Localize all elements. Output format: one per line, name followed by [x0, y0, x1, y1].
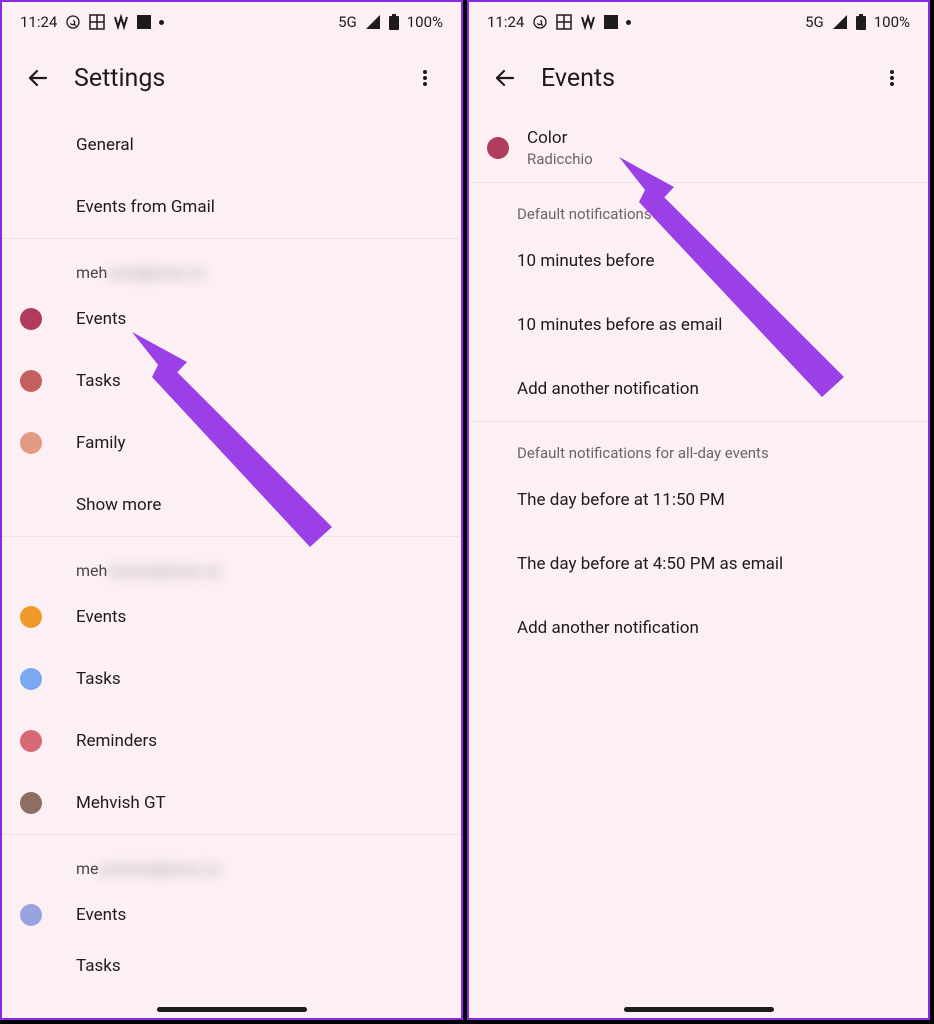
signal-icon — [832, 14, 848, 30]
row-label: Tasks — [76, 956, 121, 976]
page-title: Settings — [74, 64, 401, 93]
app-bar: Events — [469, 42, 928, 114]
row-label: Events — [76, 905, 126, 925]
back-button[interactable] — [481, 54, 529, 102]
account-email: mexxxxxxx@xxxx.xx — [2, 835, 461, 884]
back-button[interactable] — [14, 54, 62, 102]
show-more-button[interactable]: Show more — [2, 474, 461, 536]
section-header-default-notifications: Default notifications — [469, 183, 928, 229]
more-vert-icon — [415, 68, 435, 88]
arrow-left-icon — [26, 66, 50, 90]
network-label: 5G — [805, 13, 824, 31]
calendar-item-reminders[interactable]: Reminders — [2, 710, 461, 772]
account-email: mehxxxxxx@xxxx.xx — [2, 537, 461, 586]
square-icon — [137, 15, 151, 29]
color-swatch — [20, 370, 42, 392]
network-label: 5G — [338, 13, 357, 31]
whatsapp-icon — [532, 14, 548, 30]
row-label: Add another notification — [517, 379, 699, 399]
gesture-bar — [157, 1007, 307, 1012]
row-label: Family — [76, 433, 126, 453]
notification-item[interactable]: 10 minutes before — [469, 229, 928, 293]
square-icon — [604, 15, 618, 29]
wave-icon — [580, 14, 596, 30]
overflow-menu-button[interactable] — [401, 54, 449, 102]
color-swatch — [20, 904, 42, 926]
battery-icon — [389, 14, 399, 30]
row-label: The day before at 11:50 PM — [517, 490, 725, 510]
section-header-allday-notifications: Default notifications for all-day events — [469, 422, 928, 468]
gesture-bar — [624, 1007, 774, 1012]
add-notification-button[interactable]: Add another notification — [469, 357, 928, 421]
signal-icon — [365, 14, 381, 30]
calendar-item-events[interactable]: Events — [2, 586, 461, 648]
color-swatch — [20, 730, 42, 752]
row-label: Show more — [76, 495, 161, 515]
status-time: 11:24 — [20, 13, 57, 31]
color-label: Color — [527, 128, 593, 148]
add-notification-button[interactable]: Add another notification — [469, 596, 928, 660]
row-label: Add another notification — [517, 618, 699, 638]
notification-item[interactable]: The day before at 11:50 PM — [469, 468, 928, 532]
row-label: Reminders — [76, 731, 157, 751]
wave-icon — [113, 14, 129, 30]
color-swatch — [20, 792, 42, 814]
row-label: Events — [76, 607, 126, 627]
app-bar: Settings — [2, 42, 461, 114]
row-label: 10 minutes before as email — [517, 315, 722, 335]
row-label: Tasks — [76, 669, 121, 689]
calendar-item-tasks[interactable]: Tasks — [2, 648, 461, 710]
color-swatch — [20, 668, 42, 690]
overflow-menu-button[interactable] — [868, 54, 916, 102]
row-label: The day before at 4:50 PM as email — [517, 554, 783, 574]
more-dot-icon — [159, 20, 164, 25]
app-grid-icon — [556, 14, 572, 30]
settings-item-general[interactable]: General — [2, 114, 461, 176]
status-bar: 11:24 5G 100% — [469, 2, 928, 42]
status-time: 11:24 — [487, 13, 524, 31]
page-title: Events — [541, 64, 868, 93]
row-label: Tasks — [76, 371, 121, 391]
calendar-item-tasks[interactable]: Tasks — [2, 946, 461, 986]
row-label: 10 minutes before — [517, 251, 654, 271]
phone-left: 11:24 5G 100% — [0, 0, 463, 1020]
row-label: Events — [76, 309, 126, 329]
phone-right: 11:24 5G 100% Ev — [467, 0, 930, 1020]
account-email: mehxxxx@xxxx.xx — [2, 239, 461, 288]
color-setting[interactable]: Color Radicchio — [469, 114, 928, 182]
color-value: Radicchio — [527, 150, 593, 168]
color-swatch — [20, 606, 42, 628]
whatsapp-icon — [65, 14, 81, 30]
color-swatch — [20, 308, 42, 330]
more-dot-icon — [626, 20, 631, 25]
battery-icon — [856, 14, 866, 30]
status-bar: 11:24 5G 100% — [2, 2, 461, 42]
calendar-item-events[interactable]: Events — [2, 288, 461, 350]
row-label: Mehvish GT — [76, 793, 166, 813]
battery-percent: 100% — [874, 13, 910, 31]
calendar-item-events[interactable]: Events — [2, 884, 461, 946]
calendar-item-mehvish-gt[interactable]: Mehvish GT — [2, 772, 461, 834]
color-swatch — [20, 432, 42, 454]
color-swatch — [487, 137, 509, 159]
calendar-item-tasks[interactable]: Tasks — [2, 350, 461, 412]
settings-item-events-from-gmail[interactable]: Events from Gmail — [2, 176, 461, 238]
app-grid-icon — [89, 14, 105, 30]
more-vert-icon — [882, 68, 902, 88]
arrow-left-icon — [493, 66, 517, 90]
notification-item[interactable]: 10 minutes before as email — [469, 293, 928, 357]
battery-percent: 100% — [407, 13, 443, 31]
calendar-item-family[interactable]: Family — [2, 412, 461, 474]
row-label: General — [76, 135, 134, 155]
notification-item[interactable]: The day before at 4:50 PM as email — [469, 532, 928, 596]
row-label: Events from Gmail — [76, 197, 215, 217]
